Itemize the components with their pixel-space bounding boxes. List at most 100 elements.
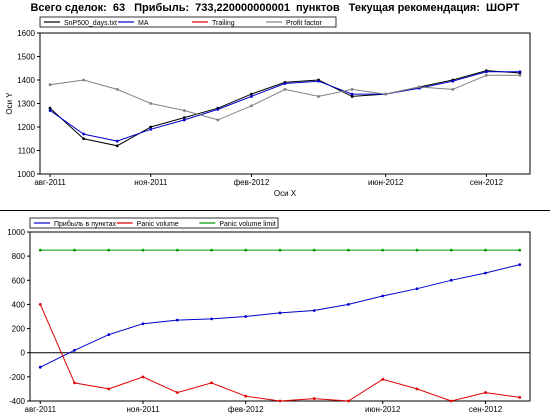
data-point [149, 127, 153, 131]
y-tick-label: 400 [12, 300, 26, 309]
data-point [73, 248, 76, 252]
data-point [484, 248, 487, 252]
data-point [484, 73, 488, 77]
recommendation-value: ШОРТ [485, 2, 520, 14]
data-point [415, 287, 419, 291]
data-point [449, 399, 453, 403]
x-tick-label: ноя-2011 [126, 405, 160, 414]
data-point [415, 387, 419, 391]
data-point [210, 248, 213, 252]
legend-label: Trailing [212, 20, 235, 27]
data-point [48, 83, 52, 87]
data-point [115, 144, 119, 148]
points-label: пунктов [295, 2, 340, 14]
data-point [484, 70, 488, 74]
y-tick-label: 1000 [17, 170, 35, 179]
data-point [244, 248, 248, 252]
y-tick-label: 1100 [18, 147, 36, 156]
x-tick-label: авг-2011 [25, 405, 57, 414]
data-point [182, 118, 186, 122]
y-tick-label: 1500 [17, 53, 35, 62]
x-tick-label: ноя-2011 [134, 178, 168, 187]
data-point [210, 317, 213, 321]
legend-label: SnP500_days.txt [64, 20, 117, 27]
data-point [484, 271, 487, 275]
recommendation-label: Текущая рекомендация: [348, 2, 480, 14]
data-point [141, 248, 145, 252]
y-tick-label: 1000 [7, 228, 25, 237]
data-point [175, 318, 179, 322]
data-point [250, 104, 253, 108]
data-point [381, 248, 385, 252]
data-point [317, 95, 320, 98]
data-point [107, 333, 111, 337]
data-point [210, 381, 213, 385]
data-point [73, 348, 76, 352]
y-tick-label: -400 [9, 397, 26, 406]
data-point [175, 391, 179, 394]
legend-label: Panic volume limit [219, 221, 275, 228]
data-point [317, 79, 320, 83]
data-point [38, 248, 42, 252]
x-tick-label: авг-2011 [34, 178, 66, 187]
data-point [149, 102, 153, 105]
y-tick-label: -200 [9, 373, 26, 382]
y-tick-label: 0 [21, 349, 26, 358]
data-point [82, 137, 86, 141]
data-point [347, 399, 350, 403]
profit-chart: -400 -200 0 200 400 600 800 1000 авг-2011 ноя-201… [7, 217, 531, 414]
data-point [216, 118, 220, 122]
data-point [312, 397, 316, 400]
panel-divider [0, 210, 550, 211]
y-tick-label: 1300 [17, 100, 35, 109]
y-tick-label: 1600 [17, 29, 35, 38]
data-point [417, 85, 421, 89]
data-point [384, 92, 388, 96]
profit-label: Прибыль: [134, 2, 190, 14]
data-point [48, 109, 52, 112]
data-point [73, 381, 76, 385]
legend-label: Прибыль в пунктах [54, 220, 117, 228]
data-point [115, 88, 119, 91]
x-tick-label: фев-2012 [234, 178, 270, 187]
data-point [107, 248, 111, 252]
data-point [518, 263, 522, 266]
data-point [250, 95, 253, 98]
x-tick-label: сен-2012 [470, 178, 504, 187]
data-point [381, 377, 385, 381]
data-point [312, 309, 316, 312]
x-tick-label: сен-2012 [469, 405, 503, 414]
x-tick-label: июн-2012 [365, 405, 401, 414]
data-point [283, 88, 287, 91]
data-point [107, 387, 111, 391]
data-point [115, 139, 119, 143]
y-tick-label: 1200 [17, 123, 35, 132]
data-point [182, 109, 186, 112]
y-tick-label: 1400 [17, 76, 35, 85]
x-tick-label: фев-2012 [228, 405, 264, 414]
legend-label: Panic volume [137, 221, 179, 228]
data-point [449, 278, 453, 282]
summary-header: Всего сделок: 63 Прибыль: 733,220000000001… [0, 2, 550, 14]
deals-value: 63 [112, 2, 126, 14]
data-point [38, 365, 42, 369]
data-point [451, 79, 455, 83]
data-point [216, 107, 220, 111]
plot-area [29, 231, 531, 402]
data-point [484, 391, 487, 394]
data-point [518, 73, 522, 77]
legend-label: Profit factor [286, 20, 322, 27]
profit-value: 733,220000000001 [195, 2, 290, 14]
data-point [141, 322, 145, 326]
data-point [278, 399, 282, 403]
data-point [350, 88, 354, 91]
data-point [449, 248, 453, 252]
deals-label: Всего сделок: [30, 2, 107, 14]
data-point [347, 303, 350, 306]
data-point [415, 248, 419, 252]
data-point [381, 294, 385, 298]
data-point [283, 82, 287, 85]
data-point [278, 248, 282, 252]
legend-label: MA [138, 20, 149, 27]
y-tick-label: 200 [12, 325, 26, 334]
